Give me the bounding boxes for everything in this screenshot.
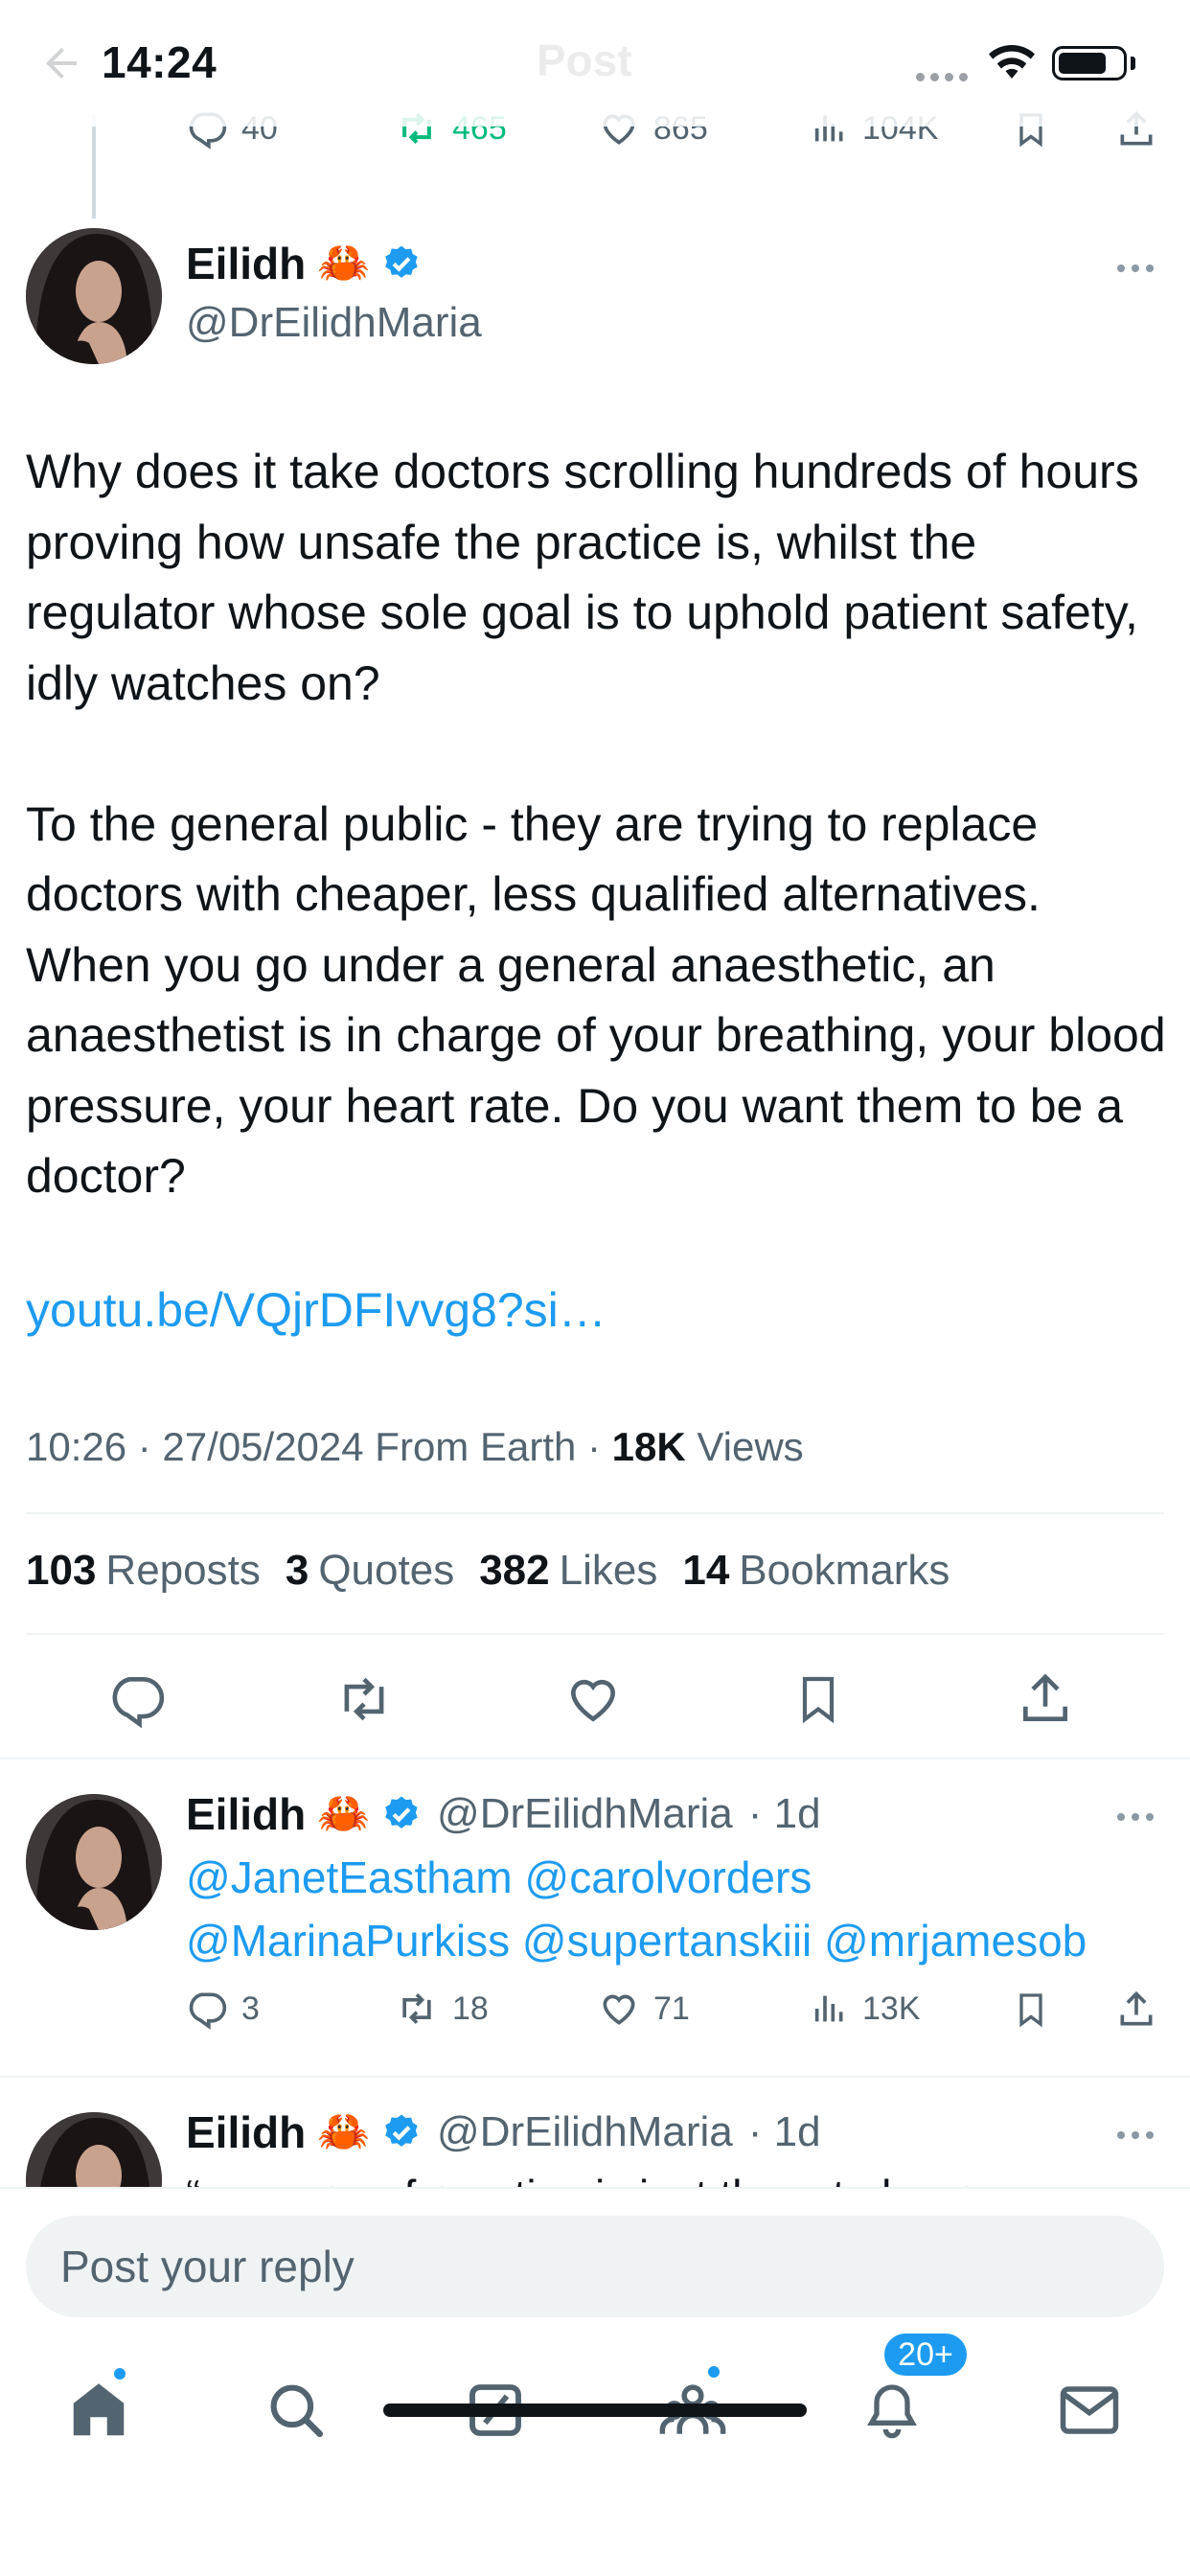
thread-line — [92, 115, 96, 218]
reply-text-partial: “... scope of practice is just there to … — [186, 2164, 977, 2187]
reply-count: 3 — [241, 1990, 260, 2027]
views-button[interactable]: 13K — [811, 1988, 921, 2030]
home-icon — [73, 2383, 125, 2436]
main-tweet-actions — [0, 1669, 1190, 1731]
reply-actions: 3 18 71 13K — [186, 1988, 1163, 2041]
divider — [26, 1512, 1164, 1514]
tweet-stats: 103 Reposts 3 Quotes 382 Likes 14 Bookmarks — [26, 1547, 950, 1595]
views-count: 18K — [611, 1424, 686, 1469]
back-arrow-icon[interactable] — [38, 40, 84, 86]
more-options-icon[interactable] — [1117, 1813, 1154, 1821]
verified-badge-icon — [385, 1796, 418, 1828]
bookmarks-stat[interactable]: 14 Bookmarks — [682, 1547, 950, 1595]
like-count: 71 — [653, 1990, 690, 2027]
share-button[interactable] — [1115, 1988, 1157, 2032]
status-bar: 14:24 Post — [0, 0, 1190, 126]
heart-icon[interactable] — [563, 1669, 623, 1729]
tweet-paragraph-1: Why does it take doctors scrolling hundr… — [26, 445, 1139, 710]
divider — [26, 1633, 1164, 1635]
more-options-icon[interactable] — [1117, 264, 1154, 272]
battery-tip — [1131, 57, 1135, 70]
author-name-row[interactable]: Eilidh 🦀 — [186, 238, 422, 289]
bookmark-icon — [1019, 1993, 1042, 2028]
divider — [0, 1758, 1190, 1760]
like-button[interactable]: 71 — [598, 1988, 690, 2030]
communities-unread-dot — [705, 2363, 722, 2380]
verified-badge-icon — [385, 2114, 418, 2147]
notifications-badge: 20+ — [881, 2331, 970, 2379]
tweet-paragraph-2: To the general public - they are trying … — [26, 796, 1166, 1204]
notifications-icon — [867, 2384, 917, 2439]
repost-count: 18 — [452, 1990, 489, 2027]
crab-emoji: 🦀 — [317, 240, 371, 287]
avatar[interactable] — [26, 228, 162, 364]
reply-mentions: @JanetEastham @carolvorders @MarinaPurki… — [186, 1846, 1182, 1972]
reply-icon — [189, 1992, 227, 2030]
tweet-meta: 10:26 · 27/05/2024 From Earth · 18K View… — [26, 1424, 804, 1470]
reply-avatar[interactable] — [26, 1794, 162, 1930]
quotes-stat[interactable]: 3 Quotes — [286, 1547, 454, 1595]
reply-age: · 1d — [747, 1790, 821, 1837]
reply-author-name[interactable]: Eilidh — [186, 1788, 306, 1840]
reply-handle[interactable]: @DrEilidhMaria — [437, 2108, 733, 2156]
repost-icon[interactable] — [333, 1669, 395, 1729]
home-indicator — [383, 2404, 807, 2417]
repost-button[interactable]: 18 — [395, 1988, 489, 2030]
reply-author-name[interactable]: Eilidh — [186, 2106, 306, 2158]
reposts-stat[interactable]: 103 Reposts — [26, 1547, 261, 1595]
author-handle[interactable]: @DrEilidhMaria — [186, 299, 482, 347]
reply-handle[interactable]: @DrEilidhMaria — [437, 1790, 733, 1838]
tab-home[interactable] — [46, 2358, 151, 2463]
mentions-line-1[interactable]: @JanetEastham @carolvorders — [186, 1846, 1182, 1909]
views-label: Views — [685, 1424, 804, 1469]
messages-icon — [1060, 2386, 1119, 2434]
tweet-link[interactable]: youtu.be/VQjrDFIvvg8?si… — [26, 1282, 606, 1338]
reply-input[interactable] — [26, 2216, 1164, 2317]
reply-button[interactable]: 3 — [186, 1988, 260, 2030]
views-count: 13K — [862, 1990, 921, 2027]
tweet-text: Why does it take doctors scrolling hundr… — [26, 437, 1166, 1212]
repost-icon — [402, 1993, 431, 2024]
search-icon — [270, 2384, 324, 2438]
crab-emoji: 🦀 — [317, 1790, 371, 1837]
battery-icon — [1052, 46, 1127, 80]
bookmark-icon[interactable] — [791, 1669, 845, 1729]
bookmark-button[interactable] — [1012, 1988, 1050, 2032]
more-options-icon[interactable] — [1117, 2131, 1154, 2139]
header-title: Post — [537, 35, 632, 85]
home-unread-dot — [111, 2365, 128, 2382]
wifi-icon — [987, 42, 1037, 80]
status-time: 14:24 — [102, 37, 217, 87]
views-icon — [814, 1995, 843, 2022]
tab-messages[interactable] — [1037, 2358, 1142, 2463]
reply-header[interactable]: Eilidh 🦀 @DrEilidhMaria · 1d — [186, 1788, 821, 1840]
heart-icon — [603, 1994, 635, 2025]
reply-icon[interactable] — [107, 1669, 167, 1729]
reply-header[interactable]: Eilidh 🦀 @DrEilidhMaria · 1d — [186, 2106, 821, 2158]
likes-stat[interactable]: 382 Likes — [479, 1547, 657, 1595]
tab-search[interactable] — [243, 2358, 349, 2463]
author-name[interactable]: Eilidh — [186, 238, 306, 289]
crab-emoji: 🦀 — [317, 2108, 371, 2155]
share-icon[interactable] — [1016, 1669, 1075, 1729]
cellular-signal-icon — [916, 73, 968, 81]
bottom-bar: 20+ — [0, 2187, 1190, 2576]
mentions-line-2[interactable]: @MarinaPurkiss @supertanskiii @mrjamesob — [186, 1909, 1182, 1972]
divider — [0, 2076, 1190, 2078]
tweet-timestamp[interactable]: 10:26 · 27/05/2024 From Earth · — [26, 1424, 612, 1469]
reply-age: · 1d — [747, 2108, 821, 2155]
verified-badge-icon — [385, 245, 418, 278]
share-icon — [1120, 1990, 1153, 2026]
